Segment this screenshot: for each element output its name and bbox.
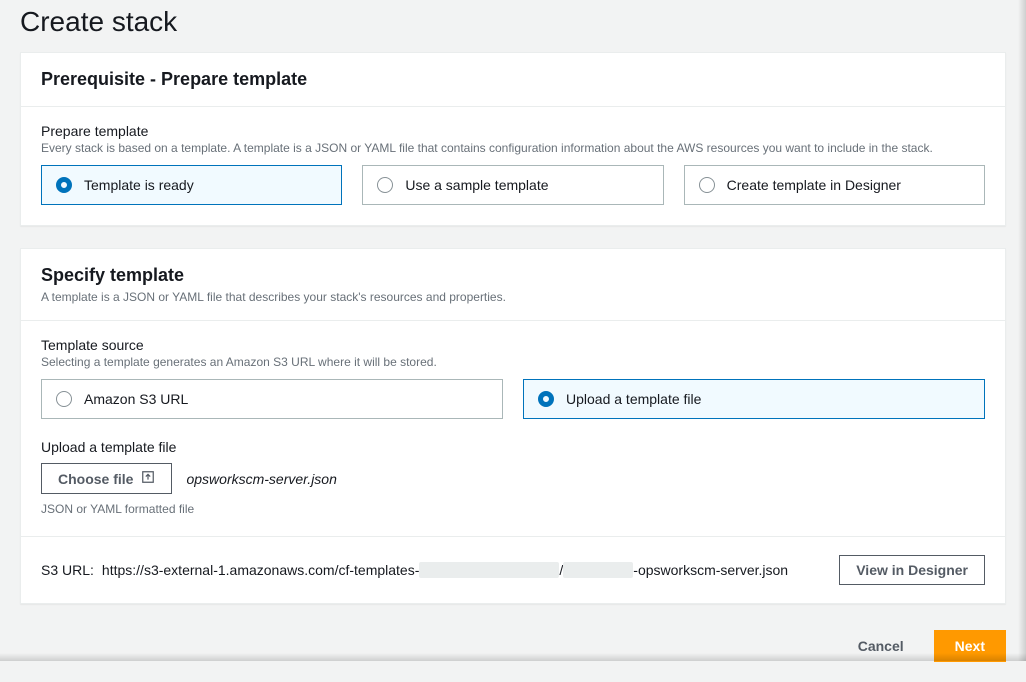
prereq-title: Prerequisite - Prepare template [41, 69, 985, 90]
s3-url-value: https://s3-external-1.amazonaws.com/cf-t… [102, 562, 831, 578]
radio-label: Create template in Designer [727, 177, 901, 193]
choose-file-button[interactable]: Choose file [41, 463, 172, 494]
wizard-footer: Cancel Next [20, 626, 1006, 662]
template-source-desc: Selecting a template generates an Amazon… [41, 355, 985, 369]
radio-create-designer[interactable]: Create template in Designer [684, 165, 985, 205]
specify-header: Specify template A template is a JSON or… [21, 249, 1005, 321]
specify-title: Specify template [41, 265, 985, 286]
prereq-panel: Prerequisite - Prepare template Prepare … [20, 52, 1006, 226]
redacted-segment [419, 562, 559, 578]
uploaded-filename: opsworkscm-server.json [186, 471, 336, 487]
radio-label: Amazon S3 URL [84, 391, 188, 407]
radio-icon [56, 177, 72, 193]
radio-label: Template is ready [84, 177, 194, 193]
s3-url-part2: -opsworkscm-server.json [633, 562, 788, 578]
next-button[interactable]: Next [934, 630, 1006, 662]
s3-url-row: S3 URL: https://s3-external-1.amazonaws.… [21, 536, 1005, 603]
upload-label: Upload a template file [41, 439, 985, 455]
radio-icon [538, 391, 554, 407]
s3-url-part1: https://s3-external-1.amazonaws.com/cf-t… [102, 562, 419, 578]
radio-icon [699, 177, 715, 193]
radio-label: Upload a template file [566, 391, 701, 407]
upload-hint: JSON or YAML formatted file [41, 502, 985, 516]
radio-icon [377, 177, 393, 193]
upload-icon [141, 470, 155, 487]
radio-template-ready[interactable]: Template is ready [41, 165, 342, 205]
view-in-designer-button[interactable]: View in Designer [839, 555, 985, 585]
radio-label: Use a sample template [405, 177, 548, 193]
radio-icon [56, 391, 72, 407]
radio-upload-template[interactable]: Upload a template file [523, 379, 985, 419]
choose-file-label: Choose file [58, 471, 133, 487]
cancel-button[interactable]: Cancel [846, 630, 916, 662]
page-title: Create stack [20, 0, 1006, 52]
redacted-segment [563, 562, 633, 578]
prepare-template-label: Prepare template [41, 123, 985, 139]
template-source-label: Template source [41, 337, 985, 353]
prereq-header: Prerequisite - Prepare template [21, 53, 1005, 107]
s3-url-label: S3 URL: [41, 562, 94, 578]
specify-panel: Specify template A template is a JSON or… [20, 248, 1006, 604]
specify-subtitle: A template is a JSON or YAML file that d… [41, 290, 985, 304]
radio-use-sample[interactable]: Use a sample template [362, 165, 663, 205]
radio-amazon-s3-url[interactable]: Amazon S3 URL [41, 379, 503, 419]
view-in-designer-label: View in Designer [856, 562, 968, 578]
prepare-template-desc: Every stack is based on a template. A te… [41, 141, 985, 155]
